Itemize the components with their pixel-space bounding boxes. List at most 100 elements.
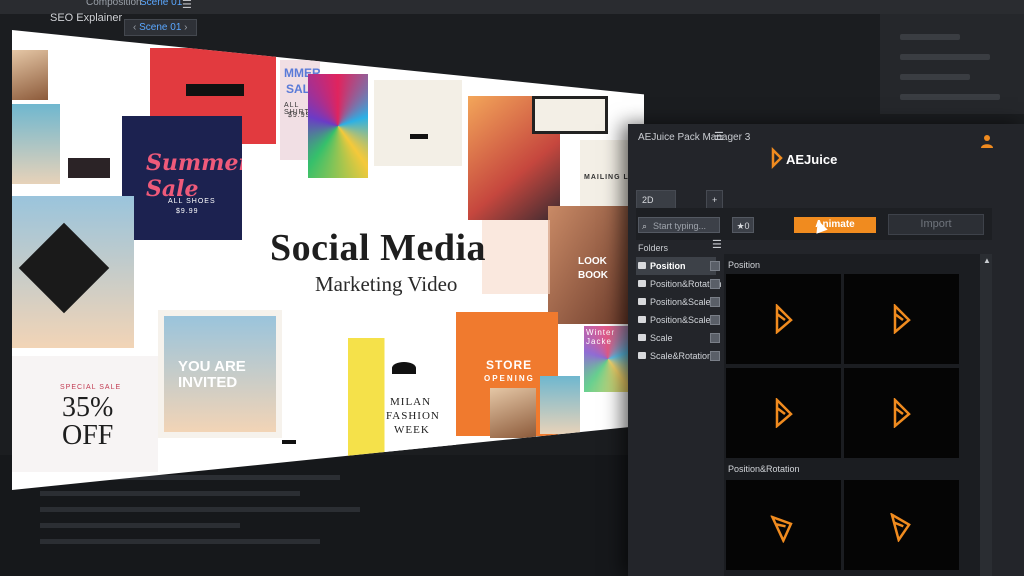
hamburger-icon[interactable]: ☰ — [182, 0, 192, 11]
star-icon: ★ — [736, 221, 745, 231]
preset-logo-icon — [893, 398, 911, 428]
preset-logo-icon — [893, 304, 911, 334]
stained-glass-image — [308, 74, 368, 178]
add-tab-button[interactable]: + — [706, 190, 724, 210]
panel-menu-icon[interactable]: ☰ — [714, 130, 724, 143]
search-placeholder: Start typing... — [653, 221, 707, 231]
look-book-card: LOOK BOOK — [548, 206, 632, 324]
book-text: BOOK — [578, 270, 608, 281]
composition-header: Composition Scene 01 ☰ SEO Explainer ‹ S… — [14, 0, 634, 40]
opening-text: OPENING — [484, 374, 535, 383]
shopping-bags-image — [12, 50, 48, 100]
folder-item-scale[interactable]: Scale — [636, 329, 720, 347]
folder-item-position-scale[interactable]: Position&Scale — [636, 293, 720, 311]
off-text: OFF — [62, 420, 114, 451]
folders-menu-icon[interactable]: ☰ — [712, 238, 722, 251]
composition-scene-label: Scene 01 — [140, 0, 183, 8]
winter-jacket-text: Winter Jacke — [586, 328, 616, 346]
woman-portrait — [12, 196, 134, 348]
invited-card: YOU ARE INVITED — [158, 310, 282, 438]
user-icon[interactable] — [980, 134, 994, 148]
checkbox[interactable] — [710, 315, 720, 325]
section-position-rotation-label: Position&Rotation — [728, 464, 800, 474]
preset-thumbnail[interactable] — [844, 274, 959, 364]
folder-icon — [638, 298, 646, 305]
import-button[interactable]: Import — [888, 214, 984, 235]
preset-thumbnail[interactable] — [726, 368, 841, 458]
folder-icon — [638, 316, 646, 323]
page-title: Social Media — [270, 227, 487, 269]
search-input[interactable]: ⌕ Start typing... — [638, 217, 720, 233]
folder-item-scale-rotation[interactable]: Scale&Rotation — [636, 347, 720, 365]
preset-logo-icon — [889, 512, 911, 543]
folder-item-position[interactable]: Position — [636, 257, 720, 275]
week-text: WEEK — [394, 424, 430, 436]
preset-logo-icon — [769, 514, 793, 544]
preset-thumbnail[interactable] — [844, 480, 959, 570]
small-dark-tile — [68, 158, 110, 178]
composition-label: Composition — [86, 0, 142, 8]
preset-browser: Position Position&Rotation — [724, 254, 980, 576]
look-text: LOOK — [578, 256, 607, 267]
favorites-button[interactable]: ★0 — [732, 217, 754, 233]
checkbox[interactable] — [710, 297, 720, 307]
scene-tab[interactable]: ‹ Scene 01 › — [124, 19, 197, 36]
yellow-outfit-image — [12, 104, 60, 184]
fashion-text: FASHION — [386, 410, 440, 422]
composition-viewer[interactable]: MMER SALE ALL SHIRTS $9.99 Summer Sale A… — [12, 30, 644, 490]
folder-item-position-scale-rotation[interactable]: Position&Scale& — [636, 311, 720, 329]
checkbox[interactable] — [710, 279, 720, 289]
milan-text: MILAN — [390, 396, 432, 408]
special-sale-text: SPECIAL SALE — [60, 384, 122, 391]
checkbox[interactable] — [710, 351, 720, 361]
folder-list: Position Position&Rotation Position&Scal… — [636, 257, 722, 365]
preset-thumbnail[interactable] — [726, 274, 841, 364]
favorites-count: 0 — [744, 221, 750, 231]
summer-shoes-text: ALL SHOES — [168, 198, 216, 205]
diamond-shape — [18, 222, 110, 314]
aejuice-logo-icon — [771, 146, 783, 170]
folder-icon — [638, 280, 646, 287]
fashion-week-card: MILAN FASHION WEEK — [348, 338, 456, 472]
folder-icon — [638, 352, 646, 359]
tab-2d-animation[interactable]: 2D Animat × — [636, 190, 677, 241]
minimal-card — [374, 80, 462, 166]
search-icon: ⌕ — [642, 221, 648, 231]
preset-thumbnail[interactable] — [844, 368, 959, 458]
section-position-label: Position — [728, 260, 761, 270]
invited-text: INVITED — [178, 374, 238, 391]
chevron-left-icon[interactable]: ‹ — [133, 22, 136, 33]
scrollbar[interactable] — [980, 254, 992, 576]
mailing-list-text: MAILING L — [584, 174, 629, 181]
folder-item-position-rotation[interactable]: Position&Rotation — [636, 275, 722, 293]
panel-title: AEJuice Pack Manager 3 — [638, 132, 751, 143]
preset-logo-icon — [775, 398, 793, 428]
sunglasses-photo — [540, 376, 580, 434]
logo-text: AEJuice — [786, 152, 838, 167]
sale-card: SPECIAL SALE 35% OFF — [12, 356, 158, 472]
folder-icon — [638, 334, 646, 341]
folder-icon — [638, 262, 646, 269]
faded-tile — [482, 220, 550, 294]
pattern-frame — [532, 96, 608, 134]
preset-thumbnail[interactable] — [726, 480, 841, 570]
animate-button[interactable]: Animate — [794, 217, 876, 233]
scroll-up-icon[interactable]: ▲ — [983, 256, 991, 265]
preset-logo-icon — [775, 304, 793, 334]
summer-sale-script: Summer Sale — [146, 150, 242, 202]
winter-jacket-card: Winter Jacke — [584, 326, 632, 392]
store-text: STORE — [486, 358, 533, 372]
summer-sale-card: Summer Sale ALL SHOES $9.99 — [122, 116, 242, 240]
chevron-right-icon[interactable]: › — [184, 22, 187, 33]
background-properties-panel — [880, 14, 1024, 114]
you-are-text: YOU ARE — [178, 358, 246, 375]
composition-title: SEO Explainer — [50, 12, 123, 24]
scene-tab-label: Scene 01 — [139, 22, 182, 33]
page-subtitle: Marketing Video — [315, 272, 458, 296]
checkbox[interactable] — [710, 261, 720, 271]
hat-icon — [392, 362, 416, 374]
aejuice-pack-manager-panel: AEJuice Pack Manager 3 ☰ AEJuice 2D Anim… — [628, 124, 1024, 576]
small-bar — [282, 440, 296, 444]
summer-price-text: $9.99 — [176, 208, 199, 215]
checkbox[interactable] — [710, 333, 720, 343]
